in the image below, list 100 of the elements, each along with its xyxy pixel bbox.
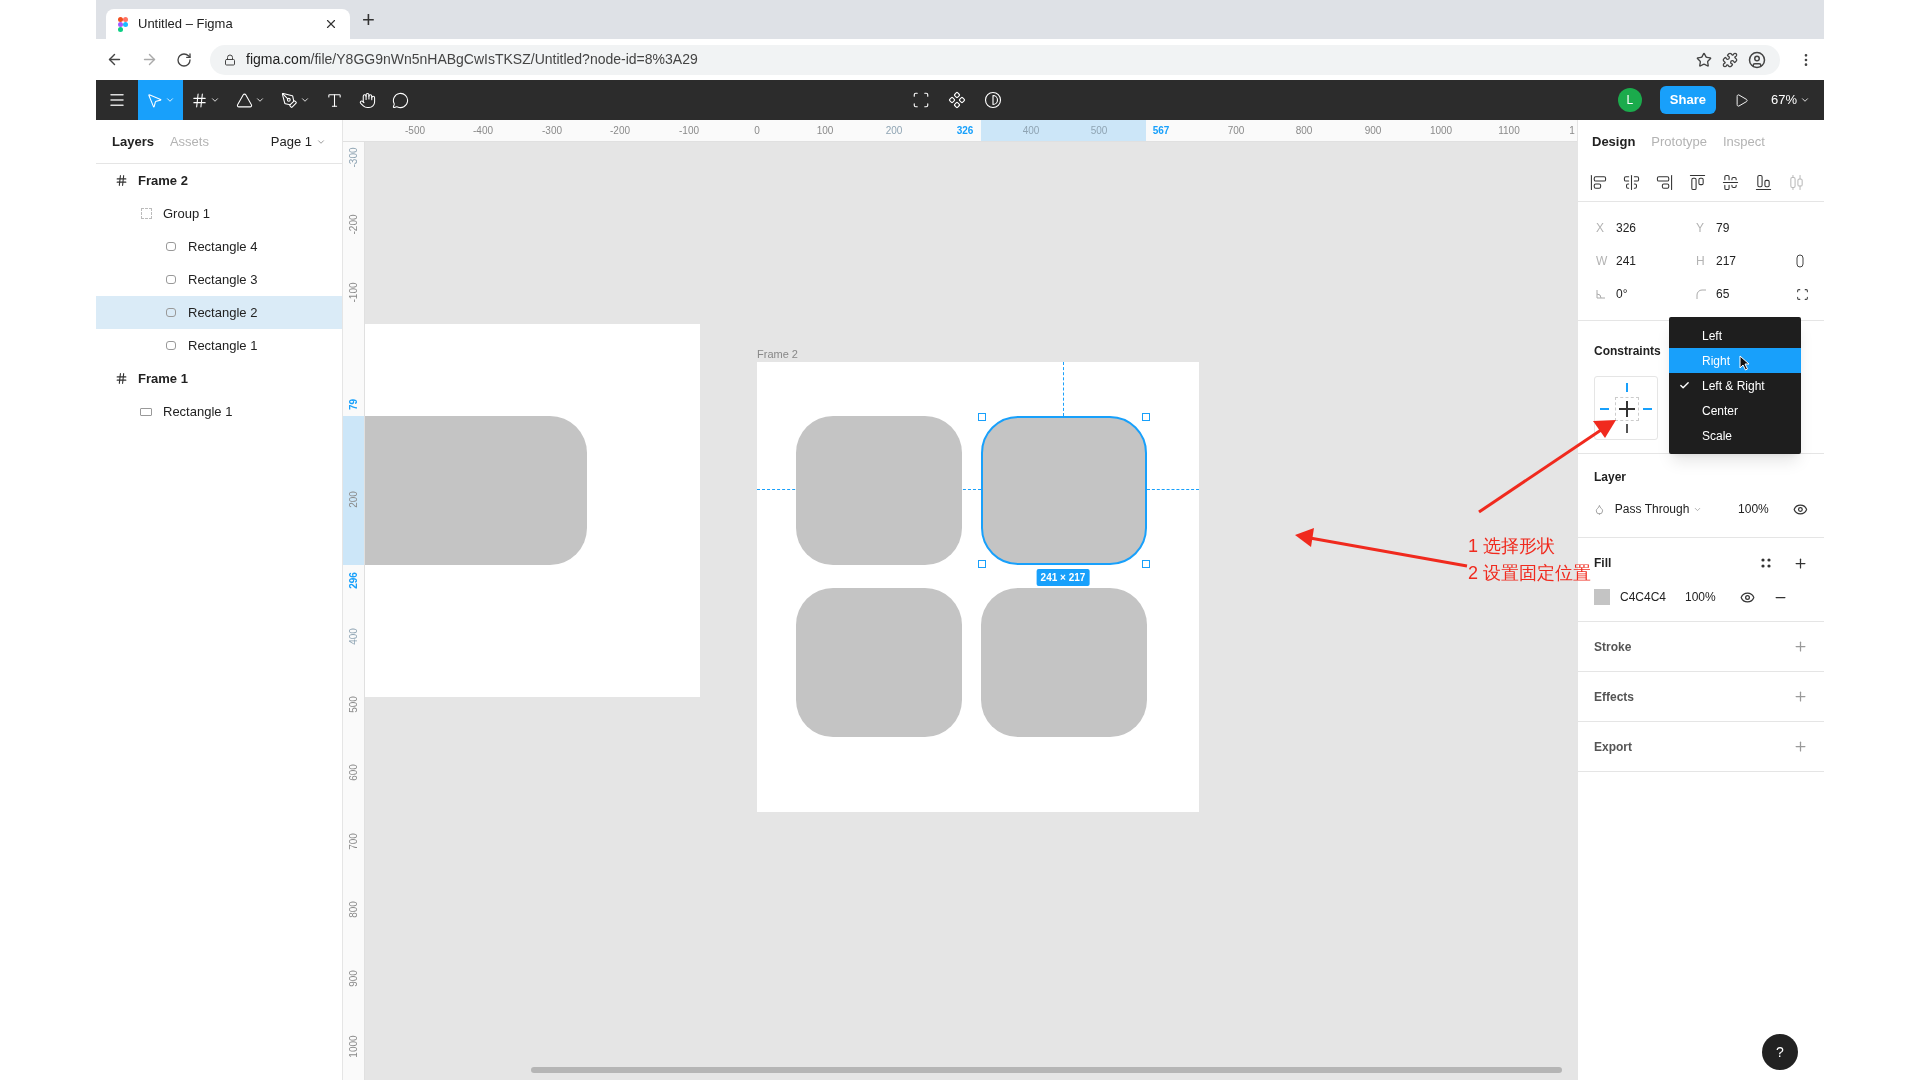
new-tab-button[interactable]: +: [362, 3, 375, 36]
annotation-text: 2 设置固定位置: [1468, 562, 1591, 585]
layer-row[interactable]: Frame 2: [96, 164, 342, 197]
resize-handle[interactable]: [1142, 560, 1150, 568]
menu-item[interactable]: Scale: [1669, 423, 1801, 448]
eye-icon[interactable]: [1740, 589, 1755, 605]
ruler-label: 600: [347, 763, 360, 781]
ruler-label: -300: [347, 147, 360, 167]
style-icon[interactable]: [1761, 558, 1771, 568]
align-left-icon[interactable]: [1590, 174, 1607, 191]
hand-icon: [359, 91, 376, 109]
align-bottom-icon[interactable]: [1755, 174, 1772, 191]
property-field[interactable]: H 217: [1696, 249, 1796, 273]
pointer-icon: [146, 91, 163, 109]
component-icon[interactable]: [948, 91, 967, 109]
layer-row[interactable]: Rectangle 3: [96, 263, 342, 296]
puzzle-icon[interactable]: [1722, 51, 1738, 68]
section-title: Stroke: [1594, 638, 1633, 656]
ruler-label: 500: [1090, 124, 1108, 138]
opacity-value[interactable]: 100%: [1685, 588, 1740, 606]
contrast-icon[interactable]: [984, 91, 1003, 109]
ruler-label: 900: [347, 969, 360, 987]
pen-icon: [281, 91, 298, 109]
resize-handle[interactable]: [978, 413, 986, 421]
field-label: Y: [1696, 220, 1705, 237]
property-field[interactable]: Y 79: [1696, 216, 1796, 240]
layer-row[interactable]: Rectangle 4: [96, 230, 342, 263]
logo-icon: [118, 16, 128, 32]
menu-item[interactable]: Center: [1669, 398, 1801, 423]
ruler-label: -300: [542, 124, 562, 138]
profile-icon[interactable]: [1748, 50, 1766, 69]
align-center-icon[interactable]: [1623, 174, 1640, 191]
lock-icon: [224, 53, 236, 66]
ruler-label: 400: [347, 627, 360, 645]
address-bar[interactable]: figma.com/file/Y8GG9nWn5nHABgCwIsTKSZ/Untitled?node-id=8%3A29: [210, 44, 1780, 75]
section-title: Effects: [1594, 688, 1635, 706]
layer-row[interactable]: Rectangle 1: [96, 395, 342, 428]
layer-row[interactable]: Frame 1: [96, 362, 342, 395]
ruler-label: -200: [347, 214, 360, 234]
layer-row[interactable]: Rectangle 1: [96, 329, 342, 362]
ruler-label: -400: [473, 124, 493, 138]
ruler-label: 200: [885, 124, 903, 138]
close-icon[interactable]: [324, 17, 338, 31]
blend-icon: [1594, 503, 1605, 515]
layer-row[interactable]: Rectangle 2: [96, 296, 342, 329]
align-middle-icon[interactable]: [1722, 174, 1739, 191]
property-field[interactable]: W 241: [1596, 249, 1696, 273]
field-label: W: [1596, 253, 1609, 270]
ruler-label: 700: [347, 832, 360, 850]
resize-handle[interactable]: [1142, 413, 1150, 421]
align-right-icon[interactable]: [1656, 174, 1673, 191]
property-field[interactable]: 0°: [1596, 282, 1696, 306]
back-icon[interactable]: [106, 51, 123, 68]
ruler-label: 500: [347, 695, 360, 713]
browser-tab[interactable]: Untitled – Figma: [106, 9, 350, 39]
zoom-menu[interactable]: 67%: [1770, 90, 1810, 110]
angle-icon: [1596, 289, 1606, 299]
blend-mode-select[interactable]: Pass Through: [1614, 500, 1739, 518]
rectangle-shape[interactable]: [981, 416, 1147, 565]
ruler-label: 79: [347, 398, 360, 410]
proportion-lock-icon[interactable]: [1796, 254, 1804, 268]
layer-name: Rectangle 4: [188, 237, 258, 256]
align-top-icon[interactable]: [1689, 174, 1706, 191]
caret-icon: [255, 95, 265, 105]
caret-icon: [165, 95, 175, 105]
layer-row[interactable]: Group 1: [96, 197, 342, 230]
edit-object-icon[interactable]: [912, 91, 931, 109]
url-domain: figma.com: [246, 51, 311, 67]
property-field[interactable]: X 326: [1596, 216, 1696, 240]
reload-icon[interactable]: [176, 51, 192, 68]
frame-icon: [114, 372, 128, 385]
ruler-label: -200: [610, 124, 630, 138]
play-icon[interactable]: [1733, 92, 1749, 108]
menu-item[interactable]: Left & Right: [1669, 373, 1801, 398]
ruler-label: 1000: [347, 1034, 360, 1058]
color-hex[interactable]: C4C4C4: [1620, 588, 1685, 606]
corners-icon[interactable]: [1796, 287, 1809, 301]
help-button[interactable]: ?: [1762, 1034, 1798, 1070]
panel-tab[interactable]: Layers: [112, 131, 154, 152]
property-field[interactable]: 65: [1696, 282, 1796, 306]
scrollbar[interactable]: [531, 1067, 1562, 1073]
url-path: /file/Y8GG9nWn5nHABgCwIsTKSZ/Untitled?node-id=8%3A29: [310, 51, 698, 67]
ruler-label: 0: [754, 124, 760, 138]
color-swatch[interactable]: [1594, 589, 1610, 605]
menu-item[interactable]: Left: [1669, 323, 1801, 348]
panel-tab[interactable]: Design: [1592, 132, 1636, 152]
page-selector[interactable]: Page 1: [270, 131, 326, 152]
rectangle-icon: [140, 407, 152, 416]
layer-name: Rectangle 2: [188, 303, 258, 322]
menu-icon[interactable]: [108, 91, 126, 109]
star-icon[interactable]: [1696, 51, 1712, 68]
ruler-label: 1: [1569, 124, 1575, 138]
ruler-label: 800: [347, 900, 360, 918]
ruler-label: 800: [1295, 124, 1313, 138]
corner-radius-icon: [1696, 289, 1706, 299]
ruler-label: 200: [347, 490, 360, 508]
resize-handle[interactable]: [978, 560, 986, 568]
add-icon[interactable]: [1793, 555, 1808, 571]
opacity-value[interactable]: 100%: [1738, 500, 1794, 518]
ruler-label: -100: [347, 282, 360, 302]
